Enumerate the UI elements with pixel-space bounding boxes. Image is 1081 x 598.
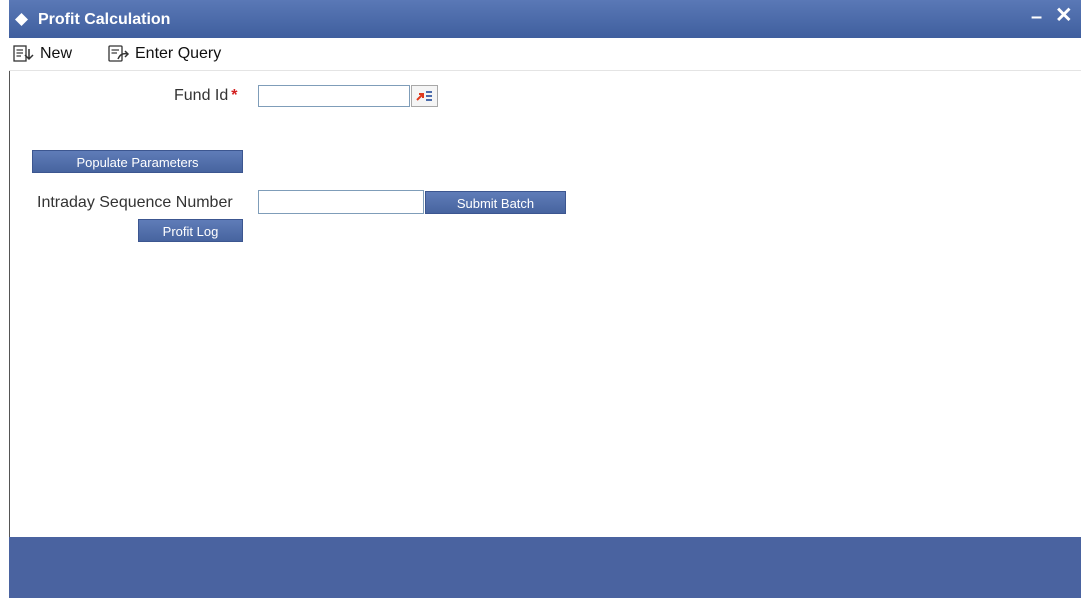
fund-id-input[interactable] xyxy=(258,85,410,107)
form-area: Fund Id * Populate Parameters Intraday Se… xyxy=(9,71,1081,537)
enter-query-icon xyxy=(108,45,130,62)
fund-id-lov-button[interactable] xyxy=(411,85,438,107)
new-document-icon xyxy=(13,45,34,62)
enter-query-label: Enter Query xyxy=(135,45,222,62)
close-button[interactable]: ✕ xyxy=(1055,5,1073,26)
populate-parameters-button[interactable]: Populate Parameters xyxy=(32,150,243,173)
new-button[interactable]: New xyxy=(13,43,72,65)
list-of-values-icon xyxy=(416,91,432,101)
fund-id-label: Fund Id * xyxy=(174,87,238,104)
intraday-sequence-label: Intraday Sequence Number xyxy=(37,194,233,211)
diamond-icon xyxy=(15,13,28,26)
window-title: Profit Calculation xyxy=(38,11,171,28)
toolbar: New Enter Query xyxy=(9,38,1081,71)
profit-calculation-window: Profit Calculation – ✕ New Enter Query F… xyxy=(0,0,1081,598)
footer-bar xyxy=(9,537,1081,598)
profit-log-button[interactable]: Profit Log xyxy=(138,219,243,242)
minimize-button[interactable]: – xyxy=(1031,7,1042,27)
enter-query-button[interactable]: Enter Query xyxy=(108,43,221,65)
new-label: New xyxy=(40,45,73,62)
required-marker: * xyxy=(231,87,238,104)
submit-batch-button[interactable]: Submit Batch xyxy=(425,191,566,214)
intraday-sequence-input[interactable] xyxy=(258,190,424,214)
title-bar: Profit Calculation – ✕ xyxy=(9,0,1081,38)
window-left-edge xyxy=(0,0,9,598)
